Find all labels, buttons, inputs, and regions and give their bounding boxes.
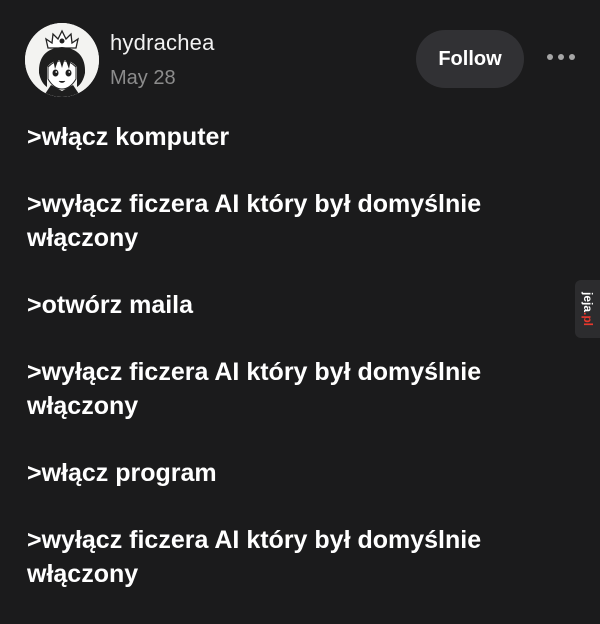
more-options-button[interactable] [543,43,579,71]
post-line: >wyłącz ficzera AI który był domyślnie w… [27,190,482,252]
post-date: May 28 [110,67,176,89]
post-header: hydrachea May 28 Follow [0,0,600,110]
more-horizontal-icon [547,54,575,60]
post-line: >wyłącz ficzera AI który był domyślnie w… [27,358,482,420]
post-line: >otwórz maila [27,291,194,319]
watermark-text: jeja.pl [581,292,595,326]
post-line: >włącz komputer [27,123,230,151]
follow-button[interactable]: Follow [416,30,524,88]
post-body: >włącz komputer >wyłącz ficzera AI który… [27,120,547,624]
avatar-illustration-icon [25,23,99,97]
post-line: >włącz program [27,459,217,487]
post-line: >wyłącz ficzera AI który był domyślnie w… [27,526,482,588]
avatar[interactable] [25,23,99,97]
site-watermark: jeja.pl [575,280,600,338]
watermark-name: jeja [580,291,595,313]
author-username[interactable]: hydrachea [110,30,215,56]
watermark-suffix: .pl [580,312,595,327]
